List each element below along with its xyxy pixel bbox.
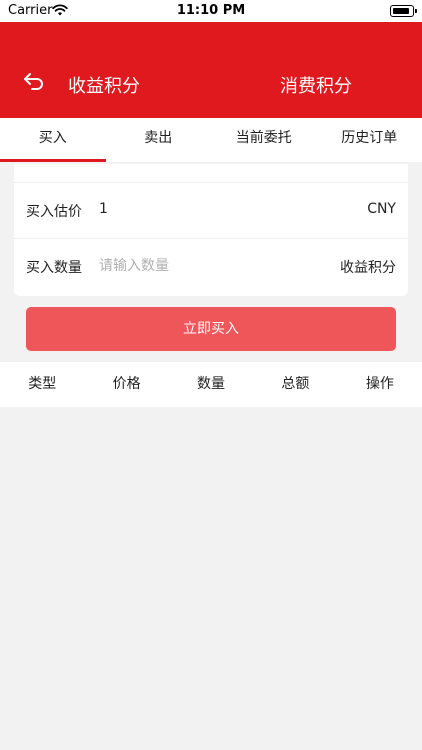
back-arrow-icon[interactable] — [22, 70, 46, 92]
column-quantity: 数量 — [197, 376, 226, 392]
estimate-price-row: 买入估价 1 CNY — [14, 182, 408, 238]
nav-title-consumption-points[interactable]: 消费积分 — [280, 72, 352, 98]
tab-sell[interactable]: 卖出 — [106, 118, 212, 162]
quantity-unit: 收益积分 — [340, 260, 396, 276]
quantity-row: 买入数量 收益积分 — [14, 238, 408, 294]
status-time: 11:10 PM — [176, 3, 246, 18]
buy-now-button[interactable]: 立即买入 — [26, 307, 396, 351]
column-action: 操作 — [365, 376, 394, 392]
nav-title-earned-points[interactable]: 收益积分 — [68, 72, 140, 98]
estimate-price-label: 买入估价 — [26, 204, 82, 220]
tab-buy[interactable]: 买入 — [0, 118, 106, 162]
column-type: 类型 — [28, 376, 57, 392]
column-price: 价格 — [112, 376, 141, 392]
column-total: 总额 — [281, 376, 310, 392]
tab-order-history[interactable]: 历史订单 — [317, 118, 422, 162]
quantity-label: 买入数量 — [26, 260, 82, 276]
status-bar: Carrier 11:10 PM — [0, 0, 422, 22]
estimate-price-value: 1 — [99, 201, 108, 217]
tab-current-orders[interactable]: 当前委托 — [211, 118, 317, 162]
quantity-input[interactable] — [99, 254, 299, 278]
order-tabs: 买入 卖出 当前委托 历史订单 — [0, 118, 422, 162]
estimate-price-unit: CNY — [367, 201, 396, 217]
buy-form-card: 买入估价 1 CNY 买入数量 收益积分 — [14, 164, 408, 296]
orders-table-header: 类型 价格 数量 总额 操作 — [0, 362, 422, 407]
battery-icon — [390, 5, 417, 17]
top-nav-bar: 收益积分 消费积分 — [0, 22, 422, 118]
